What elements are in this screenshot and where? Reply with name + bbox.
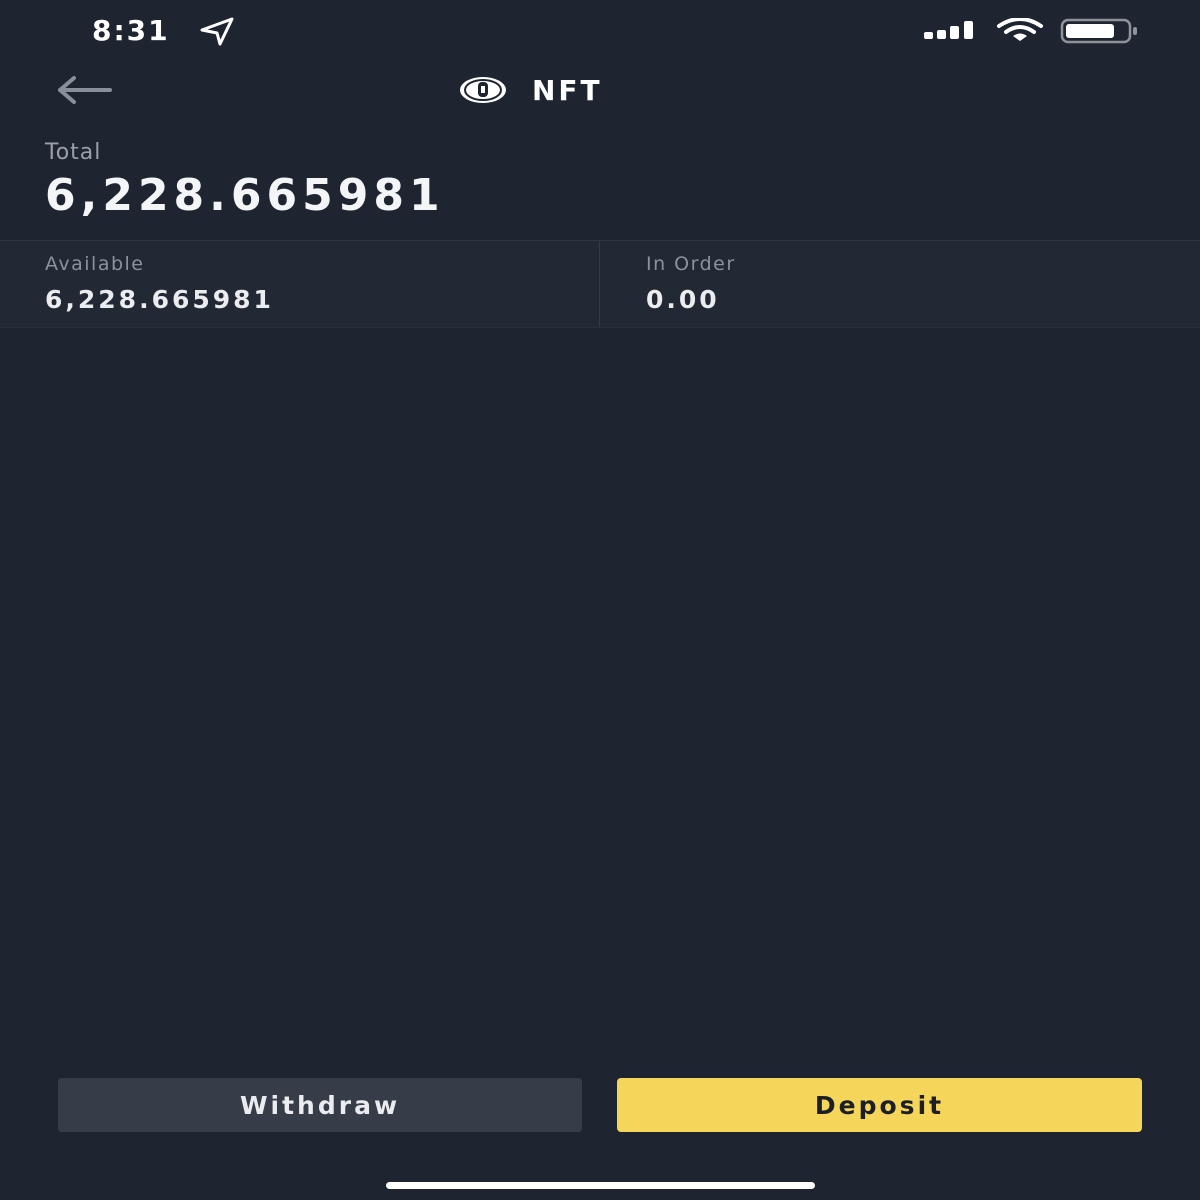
in-order-value: 0.00: [646, 285, 720, 314]
asset-detail-screen: 8:31 NFT Total 6,228.665981 Available 6,…: [0, 0, 1200, 1200]
balances-row: Available 6,228.665981 In Order 0.00: [0, 241, 1200, 328]
total-section: Total 6,228.665981: [0, 130, 1200, 240]
title-group: NFT: [458, 68, 603, 112]
available-value: 6,228.665981: [45, 285, 274, 314]
home-indicator[interactable]: [386, 1182, 815, 1189]
in-order-label: In Order: [646, 253, 736, 275]
location-arrow-icon: [200, 17, 234, 46]
back-button[interactable]: [52, 70, 116, 110]
available-label: Available: [45, 253, 145, 275]
total-label: Total: [45, 140, 102, 165]
nft-coin-icon: [460, 77, 506, 103]
withdraw-button[interactable]: Withdraw: [58, 1078, 582, 1132]
page-title: NFT: [532, 73, 603, 107]
status-time: 8:31: [92, 14, 170, 47]
battery-icon: [1060, 18, 1137, 44]
arrow-left-icon: [58, 76, 112, 104]
wifi-icon: [997, 18, 1043, 41]
cellular-signal-icon: [924, 21, 973, 39]
header: NFT: [0, 62, 1200, 118]
total-value: 6,228.665981: [45, 170, 445, 221]
status-bar: 8:31: [0, 0, 1200, 62]
column-divider: [599, 241, 600, 327]
deposit-button[interactable]: Deposit: [617, 1078, 1142, 1132]
